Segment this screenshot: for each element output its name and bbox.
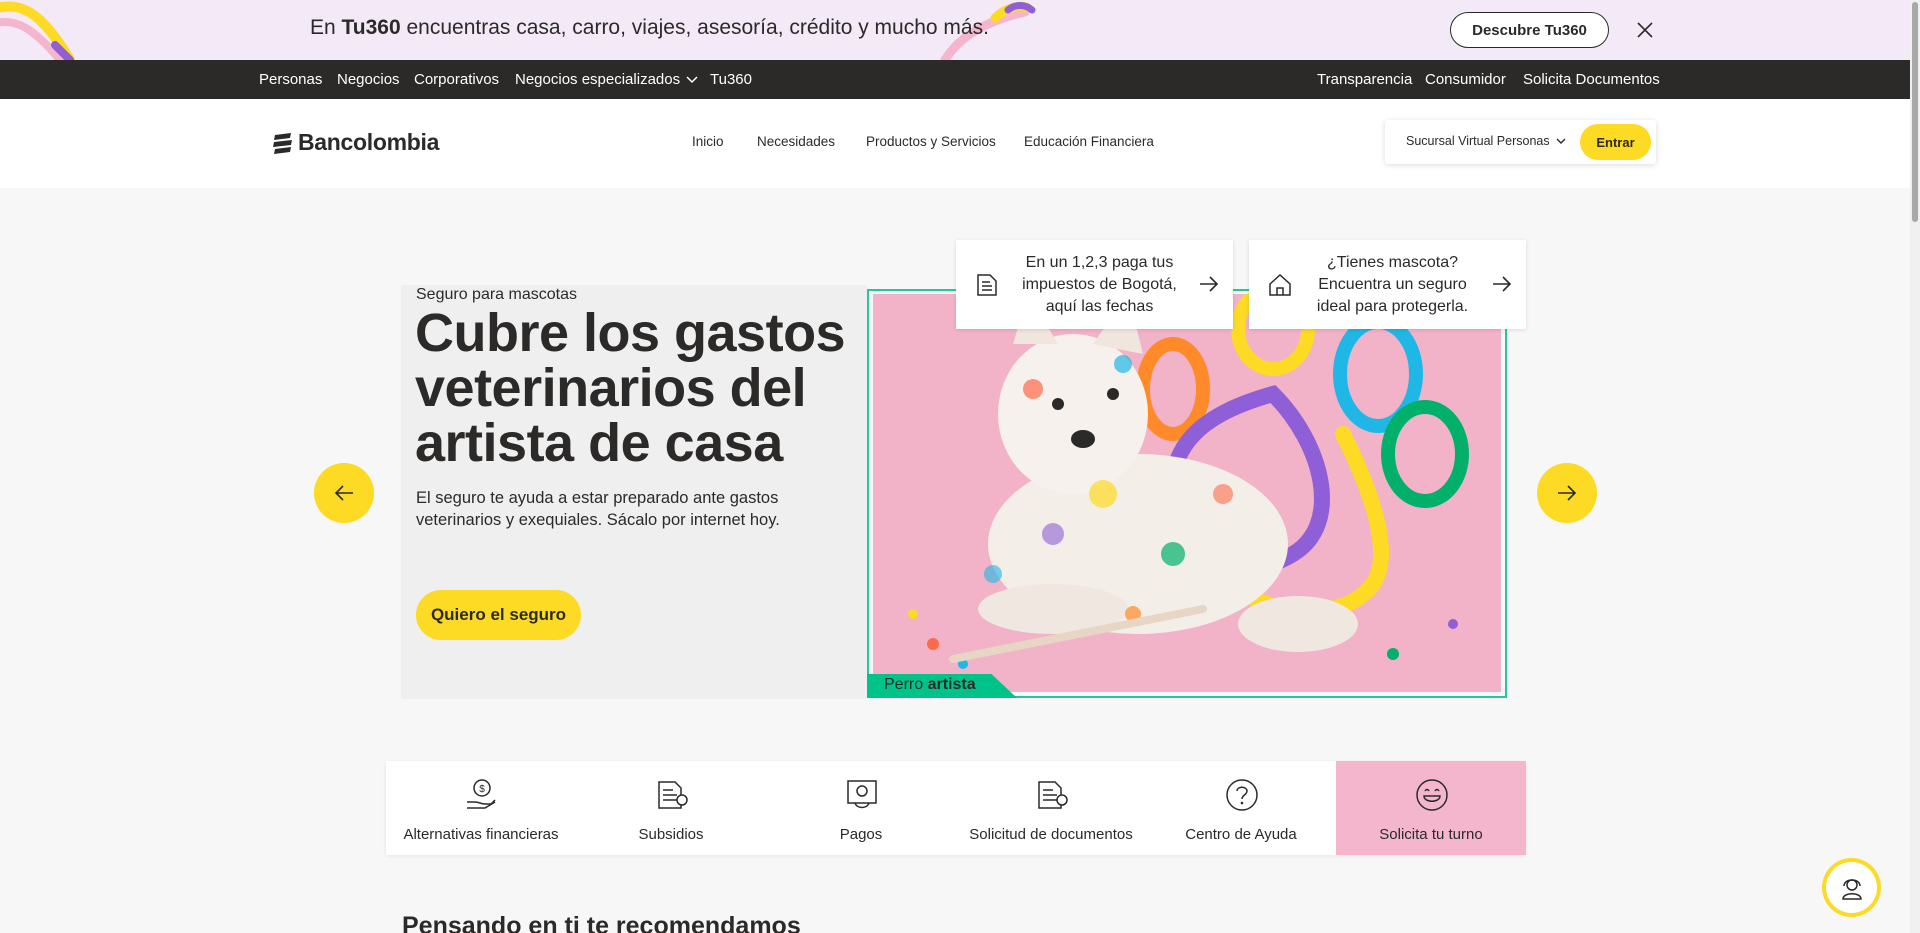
service-label: Subsidios [638,826,704,843]
quick-card-impuestos[interactable]: En un 1,2,3 paga tus impuestos de Bogotá… [956,240,1233,329]
hero-caption-bold: artista [927,676,976,693]
chat-inner [1826,862,1877,913]
quick-card-mascota[interactable]: ¿Tienes mascota? Encuentra un seguro ide… [1249,240,1526,329]
get-insurance-button[interactable]: Quiero el seguro [416,590,581,640]
payment-icon [847,780,877,809]
topnav-solicita-documentos[interactable]: Solicita Documentos [1523,71,1660,88]
carousel-next-button[interactable] [1537,463,1597,523]
main-header: Bancolombia Inicio Necesidades Productos… [0,99,1910,188]
branch-select-label: Sucursal Virtual Personas [1406,134,1550,148]
topnav-negocios-especializados[interactable]: Negocios especializados [515,71,698,88]
arrow-left-icon [334,485,353,501]
close-icon[interactable] [1634,19,1656,41]
quick-card-text: ¿Tienes mascota? Encuentra un seguro ide… [1316,254,1469,315]
segment-nav: Personas Negocios Corporativos Negocios … [0,60,1910,99]
service-solicitud-documentos[interactable]: Solicitud de documentos [956,761,1146,855]
bancolombia-logo[interactable]: Bancolombia [272,129,439,156]
hero-title: Cubre los gastos veterinarios del artist… [415,303,846,473]
agent-headset-icon [1841,878,1862,900]
topnav-negocios[interactable]: Negocios [337,71,400,88]
promo-banner: En Tu360 encuentras casa, carro, viajes,… [0,0,1910,60]
topnav-corporativos[interactable]: Corporativos [414,71,499,88]
hand-money-icon: $ [467,779,496,809]
hero-description: El seguro te ayuda a estar preparado ant… [416,489,780,529]
discover-tu360-button[interactable]: Descubre Tu360 [1450,12,1609,48]
nav-educacion-financiera[interactable]: Educación Financiera [1024,134,1154,149]
svg-text:$: $ [479,784,485,795]
service-label: Centro de Ayuda [1185,826,1297,843]
service-label: Pagos [839,826,883,843]
hero-eyebrow: Seguro para mascotas [416,286,577,303]
service-label: Alternativas financieras [403,826,559,843]
nav-inicio[interactable]: Inicio [692,134,724,149]
chevron-down-icon [1556,138,1566,145]
service-centro-ayuda[interactable]: Centro de Ayuda [1146,761,1336,855]
hero-image-painted-puppy [873,294,1501,692]
login-button[interactable]: Entrar [1580,124,1651,160]
chat-assistant-button[interactable] [1822,858,1881,917]
document-icon [977,274,997,296]
document-icon [658,781,688,809]
login-box: Sucursal Virtual Personas Entrar [1385,120,1656,164]
logo-text: Bancolombia [298,129,440,155]
smile-icon [1416,779,1448,811]
topnav-tu360[interactable]: Tu360 [710,71,752,88]
topnav-personas[interactable]: Personas [259,71,322,88]
bancolombia-logo-icon [273,132,292,154]
branch-select[interactable]: Sucursal Virtual Personas [1406,134,1566,148]
topnav-transparencia[interactable]: Transparencia [1317,71,1412,88]
topnav-label: Negocios especializados [515,71,681,88]
service-pagos[interactable]: Pagos [766,761,956,855]
quick-card-text: En un 1,2,3 paga tus impuestos de Bogotá… [1022,254,1177,315]
nav-productos-servicios[interactable]: Productos y Servicios [866,134,996,149]
service-label: Solicita tu turno [1379,826,1483,843]
arrow-right-icon [1200,276,1219,292]
service-solicita-turno[interactable]: Solicita tu turno [1336,761,1526,855]
services-bar: $ Alternativas financieras Subsidios Pag… [386,761,1526,855]
question-icon [1226,779,1258,811]
scrollbar-thumb[interactable] [1912,2,1918,222]
hero-caption: Perro artista [867,674,1017,698]
arrow-right-icon [1493,276,1512,292]
promo-text: En Tu360 encuentras casa, carro, viajes,… [310,16,989,39]
topnav-consumidor[interactable]: Consumidor [1425,71,1506,88]
service-label: Solicitud de documentos [969,826,1133,843]
service-subsidios[interactable]: Subsidios [576,761,766,855]
nav-necesidades[interactable]: Necesidades [757,134,835,149]
decorative-stroke-icon [0,1,75,60]
arrow-right-icon [1558,485,1577,501]
carousel-prev-button[interactable] [314,463,374,523]
tu360-brand: Tu360 [341,16,401,39]
recommendations-title: Pensando en ti te recomendamos [402,912,801,933]
service-alternativas-financieras[interactable]: $ Alternativas financieras [386,761,576,855]
chevron-down-icon [686,76,698,84]
document-icon [1038,781,1068,809]
house-icon [1269,273,1291,296]
